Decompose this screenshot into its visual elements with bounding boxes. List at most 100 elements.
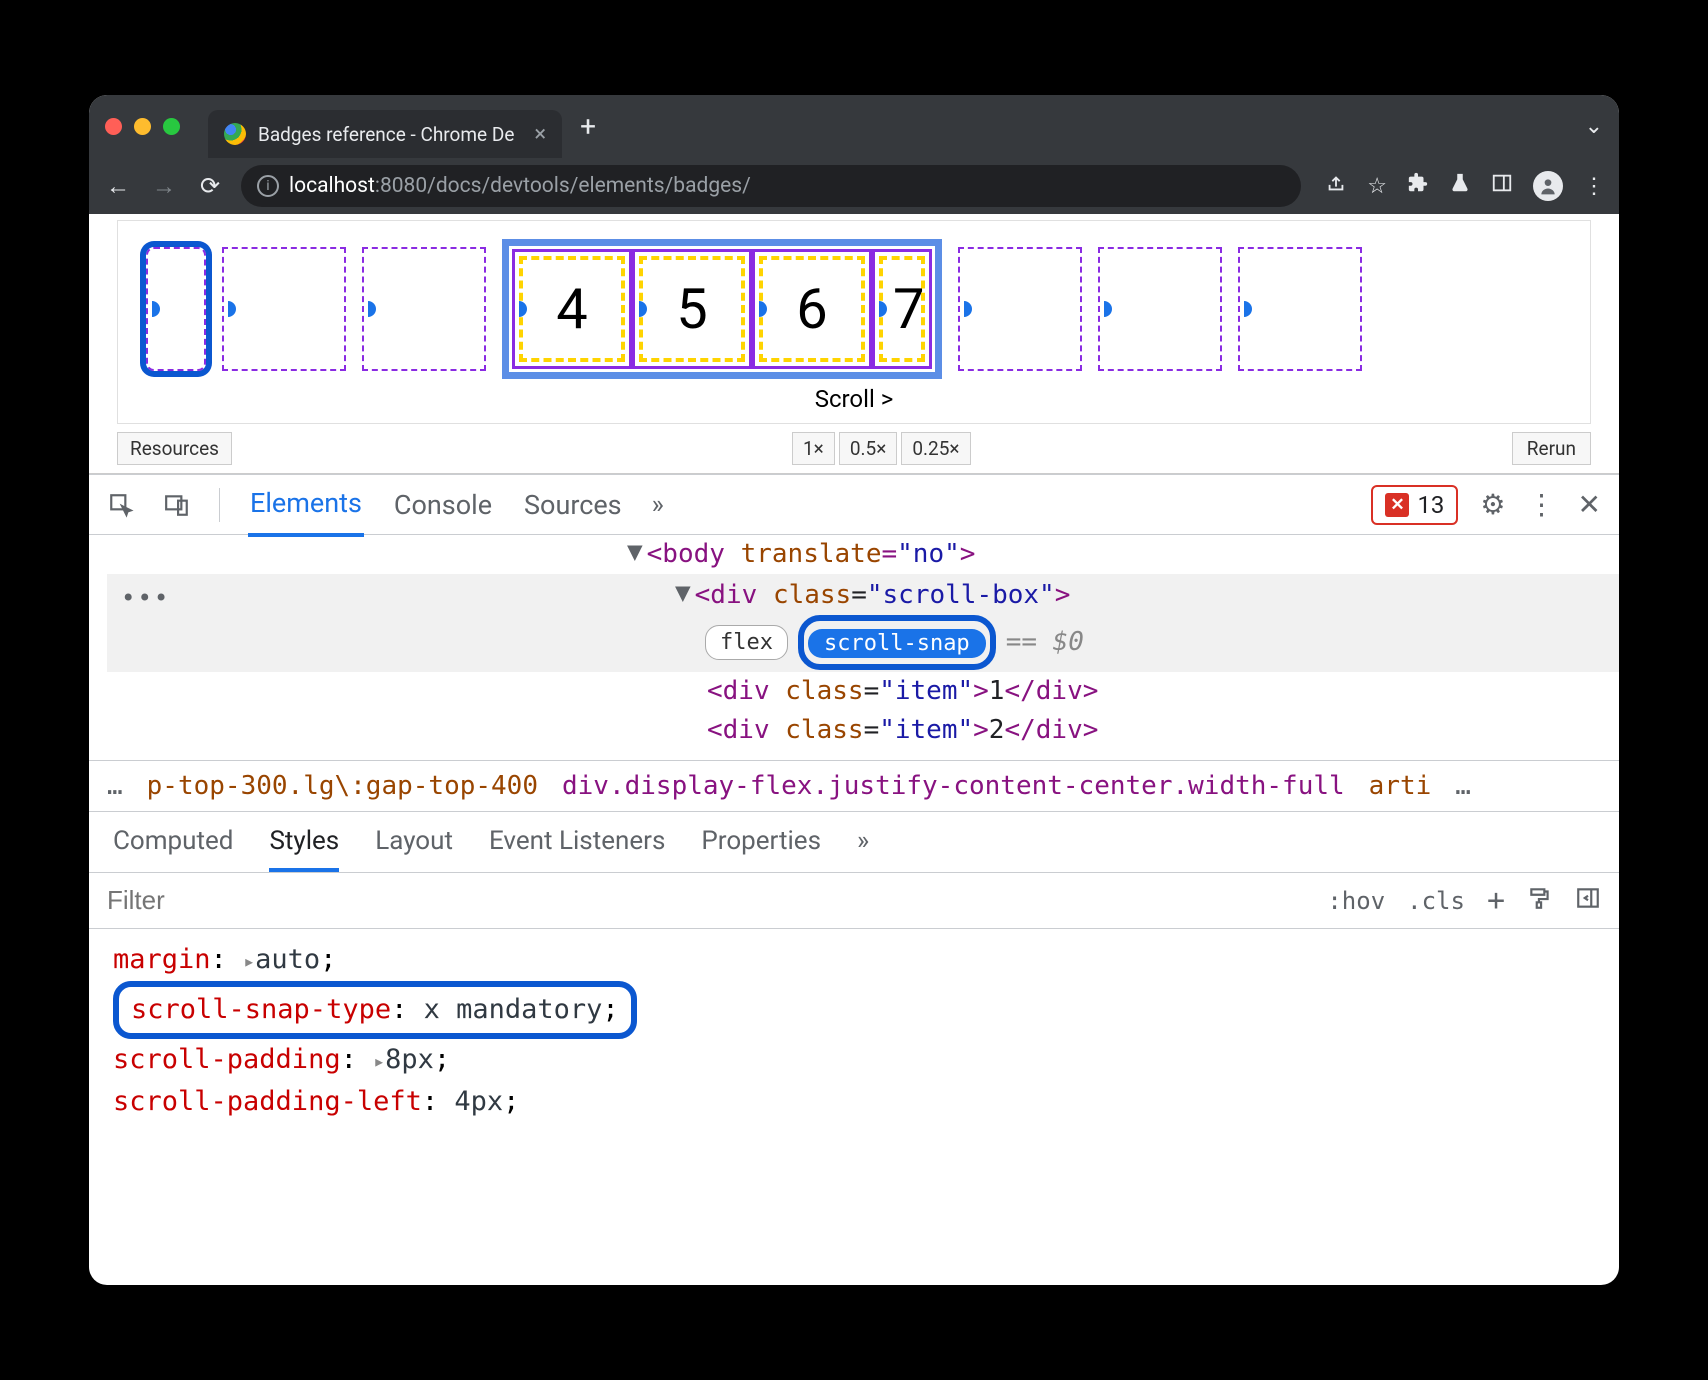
item-number: 6 xyxy=(796,276,827,342)
subtab-styles[interactable]: Styles xyxy=(269,826,339,872)
browser-toolbar: ← → ⟳ i localhost:8080/docs/devtools/ele… xyxy=(89,158,1619,214)
tab-sources[interactable]: Sources xyxy=(522,475,624,535)
css-prop[interactable]: scroll-snap-type xyxy=(131,994,391,1025)
dom-row-selected[interactable]: ••• ▼<div class="scroll-box"> flex scrol… xyxy=(107,574,1619,672)
dom-tree[interactable]: ▼<body translate="no"> ••• ▼<div class="… xyxy=(89,535,1619,760)
maximize-window-button[interactable] xyxy=(163,118,180,135)
new-rule-icon[interactable]: + xyxy=(1487,883,1505,918)
css-prop[interactable]: scroll-padding xyxy=(113,1044,341,1075)
css-value[interactable]: 8px xyxy=(385,1044,434,1075)
cls-toggle[interactable]: .cls xyxy=(1407,887,1465,915)
snap-point-icon xyxy=(751,301,767,317)
more-tabs-icon[interactable]: » xyxy=(652,490,664,520)
scroll-item[interactable] xyxy=(1098,247,1222,371)
breadcrumb-overflow-left[interactable]: … xyxy=(107,771,123,801)
tab-console[interactable]: Console xyxy=(392,475,494,535)
scroll-item[interactable] xyxy=(1238,247,1362,371)
breadcrumb-overflow-right[interactable]: … xyxy=(1455,771,1471,801)
expand-triangle-icon[interactable]: ▼ xyxy=(675,574,691,613)
close-window-button[interactable] xyxy=(105,118,122,135)
scroll-item-highlighted[interactable] xyxy=(146,247,206,371)
item-number: 5 xyxy=(676,276,707,342)
styles-filter-input[interactable] xyxy=(107,885,1307,916)
menu-kebab-icon[interactable]: ⋮ xyxy=(1583,174,1605,199)
scroll-snap-badge[interactable]: scroll-snap xyxy=(808,629,986,658)
snap-point-icon xyxy=(1236,301,1252,317)
css-value[interactable]: 4px xyxy=(454,1086,503,1117)
dom-breadcrumb[interactable]: … p-top-300.lg\:gap-top-400 div.display-… xyxy=(89,760,1619,812)
breadcrumb-item[interactable]: arti xyxy=(1369,771,1432,801)
hov-toggle[interactable]: :hov xyxy=(1327,887,1385,915)
zoom-025x[interactable]: 0.25× xyxy=(901,432,970,465)
paint-icon[interactable] xyxy=(1527,885,1553,917)
page-content: 4 5 6 7 Scroll > Resources 1× 0.5× 0.25×… xyxy=(89,220,1619,474)
scroll-item[interactable]: 7 xyxy=(872,249,932,369)
css-value[interactable]: x mandatory xyxy=(424,994,603,1025)
url-bar[interactable]: i localhost:8080/docs/devtools/elements/… xyxy=(241,165,1301,207)
scroll-item[interactable] xyxy=(362,247,486,371)
toggle-pane-icon[interactable] xyxy=(1575,885,1601,917)
scroll-item[interactable] xyxy=(958,247,1082,371)
snap-point-icon xyxy=(220,301,236,317)
forward-button[interactable]: → xyxy=(149,171,179,201)
sidepanel-icon[interactable] xyxy=(1491,172,1513,200)
tab-close-icon[interactable]: × xyxy=(534,122,546,147)
devtools-menu-icon[interactable]: ⋮ xyxy=(1528,488,1556,521)
traffic-lights xyxy=(105,118,180,135)
snap-point-icon xyxy=(631,301,647,317)
share-icon[interactable] xyxy=(1325,172,1347,200)
snap-point-icon xyxy=(144,301,160,317)
expand-arrow-icon[interactable]: ▸ xyxy=(243,949,255,973)
toolbar-actions: ☆ ⋮ xyxy=(1325,171,1605,201)
zoom-1x[interactable]: 1× xyxy=(792,432,835,465)
labs-icon[interactable] xyxy=(1449,172,1471,200)
scroll-label: Scroll > xyxy=(146,385,1562,413)
scroll-item[interactable]: 6 xyxy=(752,249,872,369)
expand-triangle-icon[interactable]: ▼ xyxy=(627,533,643,572)
breadcrumb-item[interactable]: div.display-flex.justify-content-center.… xyxy=(562,771,1345,801)
inspect-icon[interactable] xyxy=(107,491,135,519)
subtab-layout[interactable]: Layout xyxy=(375,826,453,872)
back-button[interactable]: ← xyxy=(103,171,133,201)
browser-tab[interactable]: Badges reference - Chrome De × xyxy=(208,110,562,158)
scroll-item[interactable]: 4 xyxy=(512,249,632,369)
profile-avatar[interactable] xyxy=(1533,171,1563,201)
resources-button[interactable]: Resources xyxy=(117,432,232,465)
device-mode-icon[interactable] xyxy=(163,491,191,519)
settings-gear-icon[interactable]: ⚙ xyxy=(1480,488,1505,521)
subtab-event-listeners[interactable]: Event Listeners xyxy=(489,826,665,872)
rerun-button[interactable]: Rerun xyxy=(1512,432,1591,465)
styles-filter-row: :hov .cls + xyxy=(89,873,1619,929)
css-value[interactable]: auto xyxy=(255,944,320,975)
site-info-icon[interactable]: i xyxy=(257,175,279,197)
error-count-badge[interactable]: ✕ 13 xyxy=(1371,485,1458,525)
new-tab-button[interactable]: + xyxy=(580,110,596,143)
more-subtabs-icon[interactable]: » xyxy=(857,826,869,872)
scroll-item[interactable]: 5 xyxy=(632,249,752,369)
tab-title: Badges reference - Chrome De xyxy=(258,123,514,146)
css-prop[interactable]: scroll-padding-left xyxy=(113,1086,422,1117)
css-prop[interactable]: margin xyxy=(113,944,211,975)
minimize-window-button[interactable] xyxy=(134,118,151,135)
scroll-snap-demo: 4 5 6 7 Scroll > xyxy=(117,220,1591,424)
snap-point-icon xyxy=(511,301,527,317)
subtab-properties[interactable]: Properties xyxy=(701,826,821,872)
zoom-05x[interactable]: 0.5× xyxy=(839,432,898,465)
css-rules[interactable]: margin: ▸auto; scroll-snap-type: x manda… xyxy=(89,929,1619,1132)
devtools-close-icon[interactable]: ✕ xyxy=(1578,488,1601,521)
url-host: localhost xyxy=(289,174,375,198)
tabs-overflow-icon[interactable]: ⌄ xyxy=(1585,114,1603,139)
snap-point-icon xyxy=(956,301,972,317)
scroll-item[interactable] xyxy=(222,247,346,371)
window-titlebar: Badges reference - Chrome De × + ⌄ xyxy=(89,95,1619,158)
bookmark-icon[interactable]: ☆ xyxy=(1367,174,1387,199)
breadcrumb-item[interactable]: p-top-300.lg\:gap-top-400 xyxy=(147,771,538,801)
flex-badge[interactable]: flex xyxy=(705,625,788,660)
reload-button[interactable]: ⟳ xyxy=(195,171,225,201)
url-port: :8080 xyxy=(375,174,427,198)
subtab-computed[interactable]: Computed xyxy=(113,826,233,872)
expand-arrow-icon[interactable]: ▸ xyxy=(373,1049,385,1073)
tab-elements[interactable]: Elements xyxy=(248,473,364,537)
overflow-dots-icon[interactable]: ••• xyxy=(121,580,170,616)
extensions-icon[interactable] xyxy=(1407,172,1429,200)
